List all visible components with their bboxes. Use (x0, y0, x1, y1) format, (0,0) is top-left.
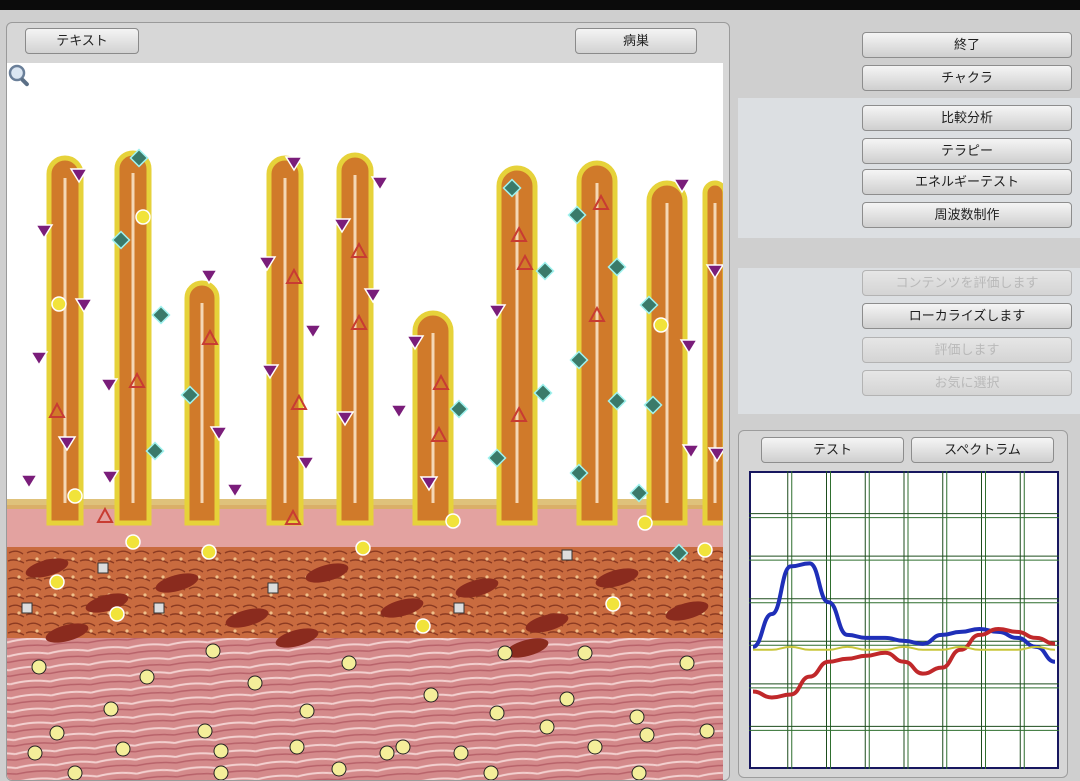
marker-octagon[interactable] (213, 743, 229, 759)
marker-octagon[interactable] (299, 703, 315, 719)
marker-circle[interactable] (125, 534, 141, 550)
marker-octagon[interactable] (115, 741, 131, 757)
marker-circle[interactable] (51, 296, 67, 312)
magnifier-icon[interactable] (7, 63, 33, 89)
marker-triangle-down[interactable] (29, 351, 49, 367)
evaluate-content-button[interactable]: コンテンツを評価します (862, 270, 1072, 296)
marker-triangle-down[interactable] (225, 483, 245, 499)
marker-circle[interactable] (605, 596, 621, 612)
test-button[interactable]: テスト (761, 437, 904, 463)
marker-octagon[interactable] (577, 645, 593, 661)
marker-octagon[interactable] (489, 705, 505, 721)
marker-circle[interactable] (67, 488, 83, 504)
marker-circle[interactable] (109, 606, 125, 622)
marker-diamond[interactable] (535, 261, 555, 281)
intestine-tissue-image (7, 148, 723, 780)
marker-square[interactable] (153, 602, 165, 614)
marker-square[interactable] (97, 562, 109, 574)
spectrum-panel: テスト スペクトラム (738, 430, 1068, 778)
marker-triangle-down[interactable] (370, 176, 390, 192)
marker-triangle-down[interactable] (303, 324, 323, 340)
marker-octagon[interactable] (31, 659, 47, 675)
marker-octagon[interactable] (539, 719, 555, 735)
marker-octagon[interactable] (453, 745, 469, 761)
marker-octagon[interactable] (197, 723, 213, 739)
marker-octagon[interactable] (139, 669, 155, 685)
marker-octagon[interactable] (423, 687, 439, 703)
tissue-image-canvas[interactable] (7, 63, 723, 780)
marker-circle[interactable] (201, 544, 217, 560)
marker-square[interactable] (453, 602, 465, 614)
favorite-select-button[interactable]: お気に選択 (862, 370, 1072, 396)
marker-triangle-down[interactable] (389, 404, 409, 420)
marker-square[interactable] (267, 582, 279, 594)
marker-square[interactable] (21, 602, 33, 614)
marker-octagon[interactable] (331, 761, 347, 777)
marker-octagon[interactable] (205, 643, 221, 659)
chakra-button[interactable]: チャクラ (862, 65, 1072, 91)
localize-button[interactable]: ローカライズします (862, 303, 1072, 329)
marker-diamond[interactable] (629, 483, 649, 503)
therapy-button[interactable]: テラピー (862, 138, 1072, 164)
marker-circle[interactable] (49, 574, 65, 590)
marker-square[interactable] (561, 549, 573, 561)
marker-circle[interactable] (697, 542, 713, 558)
marker-octagon[interactable] (247, 675, 263, 691)
marker-triangle-down[interactable] (19, 474, 39, 490)
marker-circle[interactable] (355, 540, 371, 556)
marker-octagon[interactable] (587, 739, 603, 755)
marker-octagon[interactable] (679, 655, 695, 671)
spectrum-button[interactable]: スペクトラム (911, 437, 1054, 463)
tissue-viewer-panel: テキスト 病巣 (6, 22, 730, 781)
marker-circle[interactable] (653, 317, 669, 333)
marker-octagon[interactable] (559, 691, 575, 707)
marker-circle[interactable] (135, 209, 151, 225)
window-top-bar (0, 0, 1080, 10)
marker-octagon[interactable] (699, 723, 715, 739)
marker-octagon[interactable] (629, 709, 645, 725)
marker-diamond[interactable] (151, 305, 171, 325)
frequency-creation-button[interactable]: 周波数制作 (862, 202, 1072, 228)
marker-octagon[interactable] (379, 745, 395, 761)
marker-octagon[interactable] (49, 725, 65, 741)
marker-octagon[interactable] (103, 701, 119, 717)
energy-test-button[interactable]: エネルギーテスト (862, 169, 1072, 195)
marker-octagon[interactable] (213, 765, 229, 780)
evaluate-button[interactable]: 評価します (862, 337, 1072, 363)
text-button[interactable]: テキスト (25, 28, 139, 54)
compare-analysis-button[interactable]: 比較分析 (862, 105, 1072, 131)
marker-octagon[interactable] (341, 655, 357, 671)
marker-octagon[interactable] (395, 739, 411, 755)
marker-octagon[interactable] (289, 739, 305, 755)
marker-octagon[interactable] (27, 745, 43, 761)
marker-circle[interactable] (637, 515, 653, 531)
marker-circle[interactable] (445, 513, 461, 529)
marker-octagon[interactable] (639, 727, 655, 743)
villi-group (46, 150, 723, 526)
submucosa-layer (7, 543, 723, 638)
marker-octagon[interactable] (483, 765, 499, 780)
exit-button[interactable]: 終了 (862, 32, 1072, 58)
marker-octagon[interactable] (67, 765, 83, 780)
spectrum-chart (749, 471, 1059, 769)
marker-circle[interactable] (415, 618, 431, 634)
marker-octagon[interactable] (497, 645, 513, 661)
pathology-button[interactable]: 病巣 (575, 28, 697, 54)
marker-octagon[interactable] (631, 765, 647, 780)
